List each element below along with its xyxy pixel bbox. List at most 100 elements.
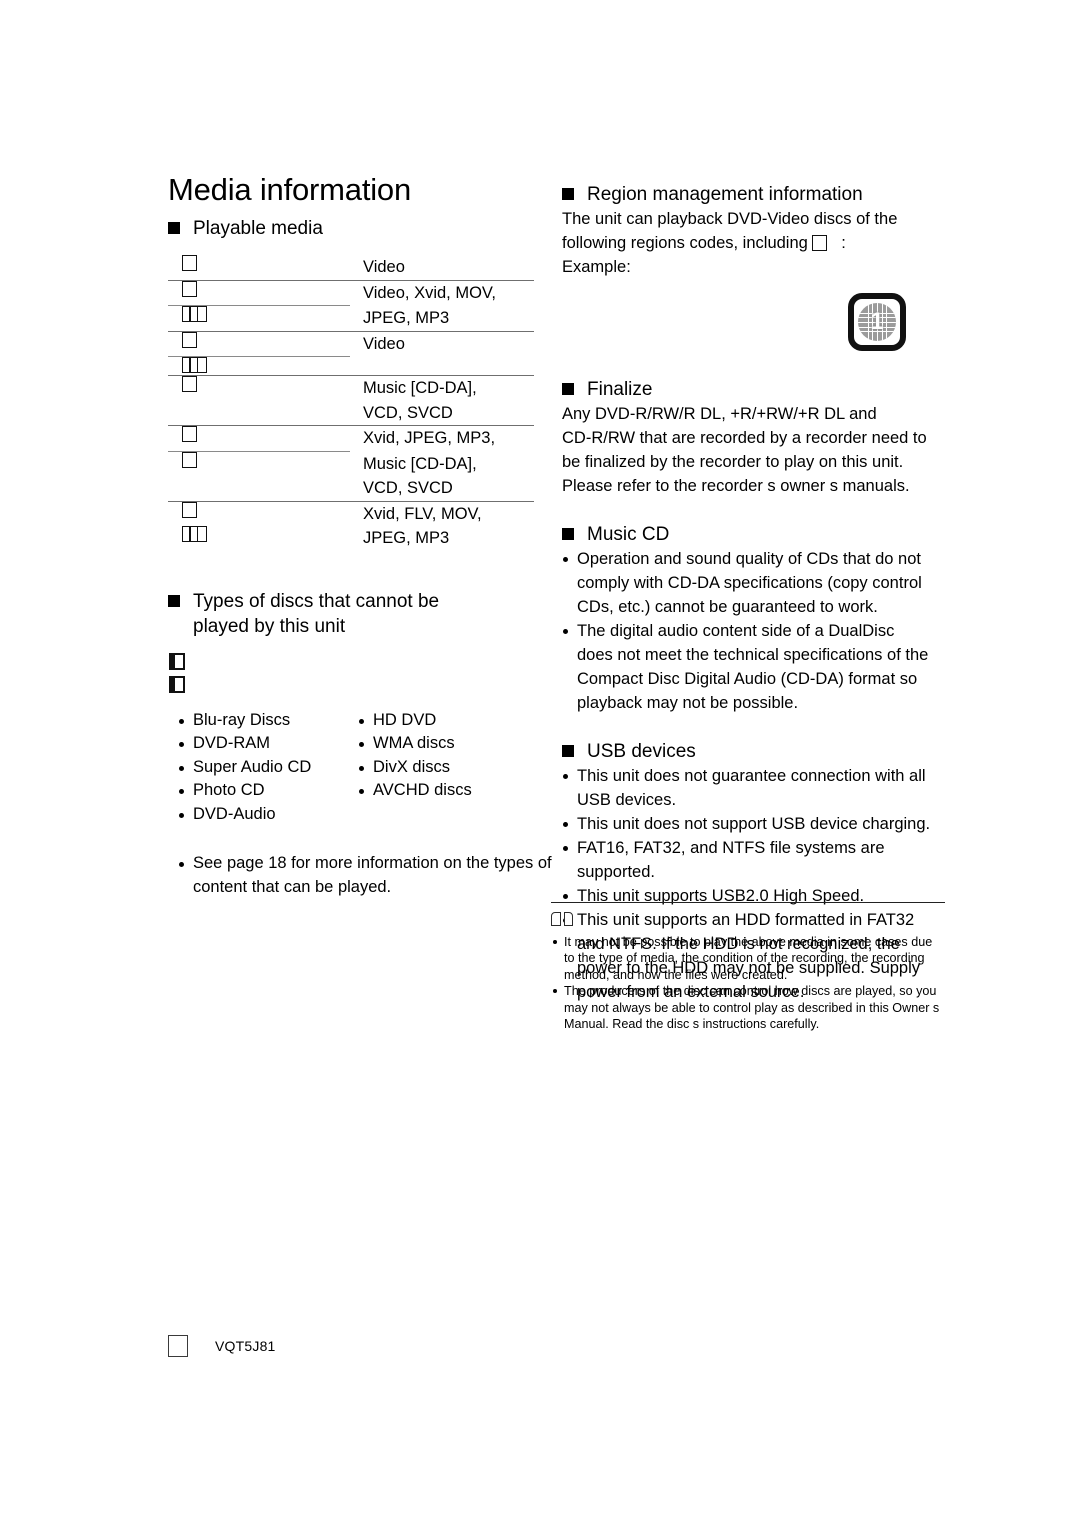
table-row: JPEG, MP3 xyxy=(168,526,538,551)
page-footer: VQT5J81 xyxy=(168,1335,276,1357)
left-column: Media information Playable media Video V… xyxy=(168,172,552,899)
region-body-text: The unit can playback DVD-Video discs of… xyxy=(562,207,934,255)
note-box: It may not be possible to play the above… xyxy=(551,902,945,1032)
disc-half-icon xyxy=(169,675,185,693)
cannot-play-list-column-2: HD DVD WMA discs DivX discs AVCHD discs xyxy=(358,709,538,827)
table-cell-content: Video xyxy=(363,334,405,353)
disc-logo-placeholder-2 xyxy=(169,674,538,697)
list-item: DivX discs xyxy=(358,756,538,780)
disc-box-icon xyxy=(182,331,197,348)
section-heading-region: Region management information xyxy=(562,182,934,207)
table-cell-content: VCD, SVCD xyxy=(363,479,453,497)
table-row: VCD, SVCD xyxy=(168,476,538,501)
disc-box-icon xyxy=(182,280,197,297)
list-item: This unit does not guarantee connection … xyxy=(562,764,934,812)
bullet-square-icon xyxy=(168,222,180,234)
region-body-line-1: The unit can playback DVD-Video discs of… xyxy=(562,210,898,228)
bullet-square-icon xyxy=(562,188,574,200)
list-item: The digital audio content side of a Dual… xyxy=(562,619,934,715)
section-heading-playable-media: Playable media xyxy=(168,216,538,241)
finalize-body-text: Any DVD-R/RW/R DL, +R/+RW/+R DL and CD-R… xyxy=(562,402,934,498)
table-cell-media-icon xyxy=(168,280,363,306)
table-row: Xvid, FLV, MOV, xyxy=(168,501,538,527)
globe-icon: 1 xyxy=(858,303,896,341)
finalize-line-4: Please refer to the recorder s owner s m… xyxy=(562,477,910,495)
list-item: The producers of the disc can control ho… xyxy=(551,983,945,1032)
region-body-line-2-pre: following regions codes, including xyxy=(562,234,808,252)
disc-logo-placeholders xyxy=(169,651,538,697)
section-heading-cannot-play: Types of discs that cannot be played by … xyxy=(168,589,538,639)
finalize-line-2: CD-R/RW that are recorded by a recorder … xyxy=(562,429,927,447)
region-placeholder-icon xyxy=(812,235,828,251)
table-cell-content: Xvid, FLV, MOV, xyxy=(363,504,482,523)
section-heading-label: Finalize xyxy=(587,379,653,400)
table-cell-media-icon xyxy=(168,401,363,426)
section-heading-label: Music CD xyxy=(587,524,670,545)
table-row: Music [CD-DA], xyxy=(168,451,538,477)
table-row: VCD, SVCD xyxy=(168,401,538,426)
table-cell-content: VCD, SVCD xyxy=(363,403,453,422)
table-cell-content: Video xyxy=(363,258,405,276)
table-cell-content: Xvid, JPEG, MP3, xyxy=(363,429,496,447)
section-heading-label: Region management information xyxy=(587,184,863,205)
table-cell-media-icon xyxy=(168,451,363,477)
cannot-play-list-column-1: Blu-ray Discs DVD-RAM Super Audio CD Pho… xyxy=(168,709,358,827)
finalize-line-1: Any DVD-R/RW/R DL, +R/+RW/+R DL and xyxy=(562,405,877,423)
table-row: Music [CD-DA], xyxy=(168,376,538,401)
table-cell-media-icon xyxy=(168,357,363,375)
disc-box-icon xyxy=(182,426,197,442)
section-music-cd: Music CD Operation and sound quality of … xyxy=(562,522,934,715)
region-example-area: 1 xyxy=(562,293,934,353)
list-item: Operation and sound quality of CDs that … xyxy=(562,547,934,619)
page-title: Media information xyxy=(168,172,411,207)
table-cell-media-icon xyxy=(168,501,363,527)
table-row: JPEG, MP3 xyxy=(168,306,538,331)
disc-box-icon xyxy=(182,376,197,392)
music-cd-list: Operation and sound quality of CDs that … xyxy=(562,547,934,715)
list-item: Super Audio CD xyxy=(178,756,358,780)
list-item: WMA discs xyxy=(358,732,538,756)
list-item: DVD-RAM xyxy=(178,732,358,756)
list-item: This unit does not support USB device ch… xyxy=(562,812,934,836)
list-item: HD DVD xyxy=(358,709,538,733)
footer-placeholder-icon xyxy=(168,1335,188,1357)
right-column: Region management information The unit c… xyxy=(562,182,934,1004)
list-item: AVCHD discs xyxy=(358,779,538,803)
table-cell-content: Music [CD-DA], xyxy=(363,454,477,473)
list-item: DVD-Audio xyxy=(178,803,358,827)
disc-box-icon xyxy=(182,451,197,468)
list-item: Photo CD xyxy=(178,779,358,803)
section-heading-label: Types of discs that cannot be played by … xyxy=(193,589,439,639)
bullet-square-icon xyxy=(562,383,574,395)
disc-box-three-icon xyxy=(182,526,207,542)
section-region-management: Region management information The unit c… xyxy=(562,182,934,353)
book-right-page xyxy=(563,912,573,926)
see-page-reference: See page 18 for more information on the … xyxy=(178,852,553,899)
book-left-page xyxy=(551,912,561,926)
table-cell-content: Video, Xvid, MOV, xyxy=(363,283,496,302)
table-cell-content: Music [CD-DA], xyxy=(363,379,477,397)
heading-line-2: played by this unit xyxy=(193,615,346,637)
region-body-line-2-post: : xyxy=(841,234,846,252)
table-row: Video xyxy=(168,255,538,280)
disc-box-three-icon xyxy=(182,357,207,373)
disc-logo-placeholder-1 xyxy=(169,651,538,674)
note-box-list: It may not be possible to play the above… xyxy=(551,934,945,1032)
disc-box-icon xyxy=(182,255,197,271)
section-heading-label: USB devices xyxy=(587,741,696,762)
table-cell-media-icon xyxy=(168,255,363,280)
list-item: Blu-ray Discs xyxy=(178,709,358,733)
section-heading-music-cd: Music CD xyxy=(562,522,934,547)
playable-media-table: Video Video, Xvid, MOV, JPEG, MP3 Video … xyxy=(168,255,538,551)
table-cell-media-icon xyxy=(168,376,363,401)
bullet-square-icon xyxy=(562,745,574,757)
bullet-square-icon xyxy=(562,528,574,540)
table-row: Xvid, JPEG, MP3, xyxy=(168,426,538,451)
table-cell-content xyxy=(363,357,538,375)
table-row: Video, Xvid, MOV, xyxy=(168,280,538,306)
table-cell-media-icon xyxy=(168,526,363,551)
list-item: FAT16, FAT32, and NTFS file systems are … xyxy=(562,836,934,884)
open-book-icon xyxy=(551,912,573,927)
table-cell-content: JPEG, MP3 xyxy=(363,309,450,327)
cannot-play-lists: Blu-ray Discs DVD-RAM Super Audio CD Pho… xyxy=(168,709,538,827)
